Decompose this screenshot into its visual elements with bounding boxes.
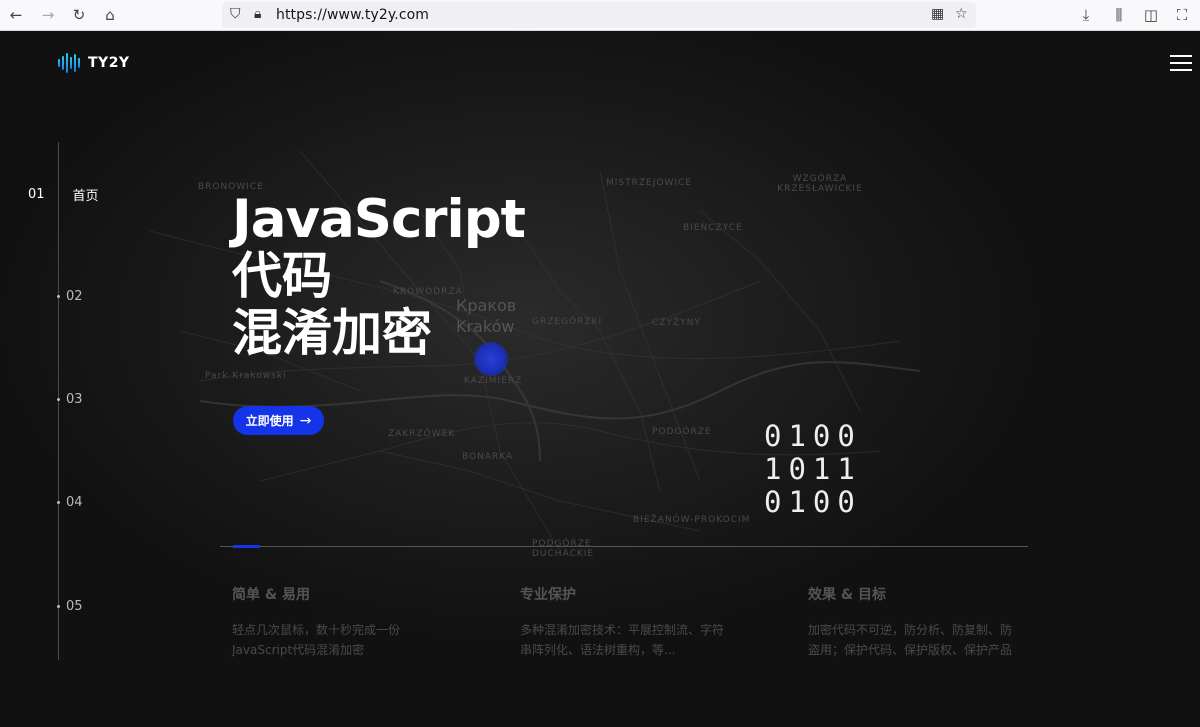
map-label: CZYŻYNY xyxy=(652,318,701,328)
feature-description: 加密代码不可逆，防分析、防复制、防盗用；保护代码、保护版权、保护产品 xyxy=(808,623,1013,657)
back-icon[interactable]: ← xyxy=(4,4,28,26)
address-bar[interactable]: ⛉ 🔒︎ https://www.ty2y.com ▦ ☆ xyxy=(222,2,976,28)
feature-title: 效果 & 目标 xyxy=(808,587,886,603)
slide-progress-indicator xyxy=(233,545,260,548)
map-label: ZAKRZÓWEK xyxy=(388,429,456,439)
hero-title-line-2: 代码 xyxy=(232,247,332,305)
binary-row: 0100 xyxy=(764,419,862,453)
download-icon[interactable]: ⤓ xyxy=(1074,4,1098,26)
forward-icon[interactable]: → xyxy=(36,4,60,26)
binary-row: 0100 xyxy=(764,485,862,519)
lock-icon[interactable]: 🔒︎ xyxy=(254,6,261,22)
side-nav-line xyxy=(58,142,59,660)
map-label: PODGÓRZE DUCHACKIE xyxy=(532,539,595,559)
shield-icon[interactable]: ⛉ xyxy=(230,6,241,22)
side-nav-item-03[interactable]: 03 xyxy=(66,392,83,407)
library-icon[interactable]: ⫼ xyxy=(1107,4,1131,26)
home-icon[interactable]: ⌂ xyxy=(98,4,122,26)
side-nav-item-02[interactable]: 02 xyxy=(66,289,83,304)
feature-title: 专业保护 xyxy=(520,587,576,603)
divider-line xyxy=(220,546,1028,547)
menu-icon[interactable] xyxy=(1170,55,1192,71)
feature-effect: 效果 & 目标 加密代码不可逆，防分析、防复制、防盗用；保护代码、保护版权、保护… xyxy=(808,584,1028,660)
side-nav-number: 03 xyxy=(66,392,83,407)
feature-title: 简单 & 易用 xyxy=(232,587,310,603)
feature-simple: 简单 & 易用 轻点几次鼠标，数十秒完成一份JavaScript代码混淆加密 xyxy=(232,584,452,660)
side-nav-number: 04 xyxy=(66,495,83,510)
side-nav-dot xyxy=(57,605,60,608)
arrow-right-icon: → xyxy=(299,412,312,429)
logo-text: TY2Y xyxy=(88,55,130,71)
side-nav-item-05[interactable]: 05 xyxy=(66,599,83,614)
hero-title: JavaScript 代码 混淆加密 xyxy=(232,189,526,362)
map-label: BIEŃCZYCE xyxy=(683,223,743,233)
page: MISTRZEJOWICE WZGÓRZA KRZESŁAWICKIE BIEŃ… xyxy=(0,31,1200,727)
url-text[interactable]: https://www.ty2y.com xyxy=(276,7,429,23)
map-label: WZGÓRZA KRZESŁAWICKIE xyxy=(777,174,863,194)
side-nav-dot xyxy=(57,501,60,504)
feature-description: 轻点几次鼠标，数十秒完成一份JavaScript代码混淆加密 xyxy=(232,623,401,657)
side-nav-number: 05 xyxy=(66,599,83,614)
side-nav-dot xyxy=(57,398,60,401)
browser-toolbar: ← → ↻ ⌂ ⛉ 🔒︎ https://www.ty2y.com ▦ ☆ ⤓ … xyxy=(0,0,1200,31)
screenshot-icon[interactable]: ⛶ xyxy=(1170,4,1194,26)
side-nav-item-01[interactable]: 01 首页 xyxy=(28,185,99,204)
hero-title-line-3: 混淆加密 xyxy=(232,304,432,362)
logo-waveform-icon xyxy=(58,52,80,74)
binary-row: 1011 xyxy=(764,452,862,486)
hero-title-line-1: JavaScript xyxy=(232,189,526,250)
sidebar-icon[interactable]: ◫ xyxy=(1139,4,1163,26)
map-label: KAZIMIERZ xyxy=(464,376,523,386)
side-nav-label: 首页 xyxy=(72,189,99,204)
map-label: BIEŻANÓW-PROKOCIM xyxy=(633,515,751,525)
logo[interactable]: TY2Y xyxy=(58,52,130,74)
reload-icon[interactable]: ↻ xyxy=(67,4,91,26)
side-nav-number: 02 xyxy=(66,289,83,304)
map-label: GRZEGÓRZKI xyxy=(532,317,603,327)
feature-description: 多种混淆加密技术：平展控制流、字符串阵列化、语法树重构，等... xyxy=(520,623,725,657)
side-nav-number: 01 xyxy=(28,187,45,202)
qr-code-icon[interactable]: ▦ xyxy=(931,6,944,22)
map-label: Park Krakowski xyxy=(205,371,287,381)
star-icon[interactable]: ☆ xyxy=(955,6,968,22)
feature-protection: 专业保护 多种混淆加密技术：平展控制流、字符串阵列化、语法树重构，等... xyxy=(520,584,740,660)
binary-graphic: 0100 1011 0100 xyxy=(764,420,862,519)
start-using-button[interactable]: 立即使用 → xyxy=(233,406,324,435)
map-label: PODGÓRZE xyxy=(652,427,712,437)
start-using-label: 立即使用 xyxy=(245,414,294,428)
map-label: BONARKA xyxy=(462,452,514,462)
side-nav-item-04[interactable]: 04 xyxy=(66,495,83,510)
side-nav-dot xyxy=(57,295,60,298)
map-label: MISTRZEJOWICE xyxy=(606,178,692,188)
